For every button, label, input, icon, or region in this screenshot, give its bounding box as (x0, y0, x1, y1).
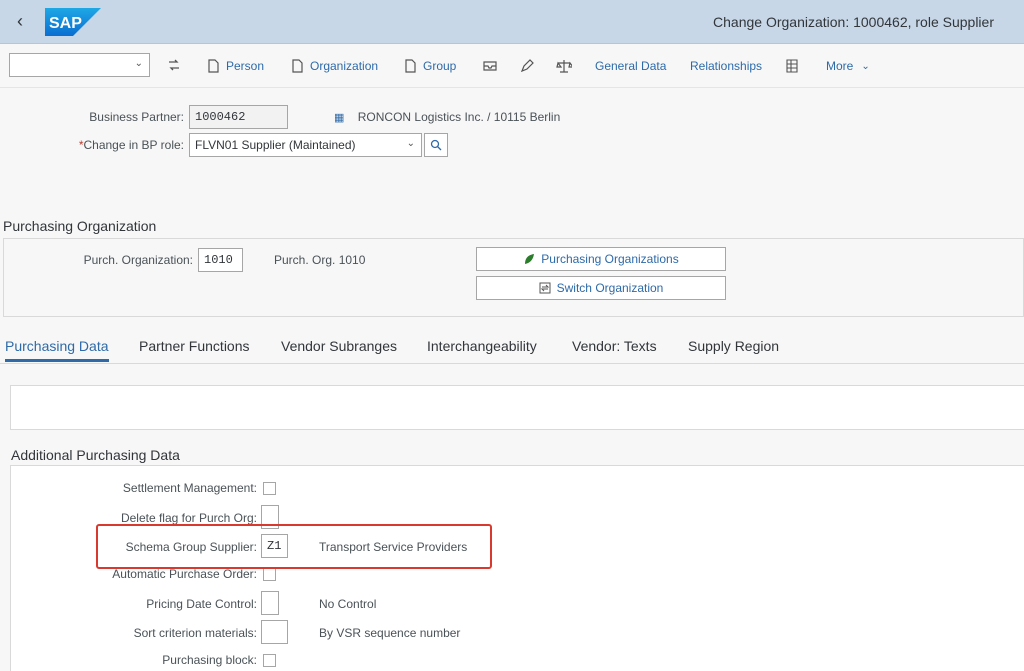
chevron-down-icon: ⌄ (861, 60, 870, 72)
auto-po-checkbox[interactable] (263, 568, 276, 581)
toolbar: ⌄ Person Organization Group General Data… (0, 44, 1024, 88)
person-label: Person (226, 59, 265, 73)
toolbar-select[interactable]: ⌄ (9, 53, 150, 77)
bp-description: RONCON Logistics Inc. / 10115 Berlin (357, 110, 561, 124)
bp-label: Business Partner: (89, 110, 184, 124)
switch-icon-button[interactable] (166, 56, 182, 76)
purch-org-desc: Purch. Org. 1010 (274, 253, 366, 267)
relationships-label: Relationships (690, 59, 763, 73)
role-value: FLVN01 Supplier (Maintained) (195, 138, 356, 152)
purchasing-organizations-label: Purchasing Organizations (541, 252, 679, 266)
additional-section-title: Additional Purchasing Data (11, 447, 180, 463)
chevron-down-icon: ⌄ (134, 58, 143, 69)
group-button[interactable]: Group (403, 56, 456, 76)
svg-text:SAP: SAP (49, 15, 82, 32)
leaf-icon (525, 254, 535, 264)
tab-vendor-texts[interactable]: Vendor: Texts (572, 338, 657, 354)
group-label: Group (423, 59, 457, 73)
edit-icon-button[interactable] (519, 56, 535, 76)
settlement-checkbox[interactable] (263, 482, 276, 495)
auto-po-label: Automatic Purchase Order: (112, 567, 257, 581)
page-title: Change Organization: 1000462, role Suppl… (713, 14, 994, 30)
settlement-label: Settlement Management: (122, 481, 257, 495)
general-data-button[interactable]: General Data (595, 56, 666, 76)
tab-purchasing-data[interactable]: Purchasing Data (5, 338, 109, 354)
sort-criterion-label: Sort criterion materials: (133, 626, 257, 640)
purchasing-data-panel (10, 385, 1024, 430)
bp-desc-row: ▦ RONCON Logistics Inc. / 10115 Berlin (334, 110, 560, 124)
pricing-date-field[interactable] (261, 591, 279, 615)
purchasing-block-checkbox[interactable] (263, 654, 276, 667)
purch-org-field[interactable]: 1010 (198, 248, 243, 272)
active-tab-indicator (5, 359, 109, 362)
chevron-down-icon: ⌄ (406, 138, 415, 149)
person-button[interactable]: Person (206, 56, 264, 76)
role-dropdown[interactable]: FLVN01 Supplier (Maintained) ⌄ (189, 133, 422, 157)
highlight-box (96, 524, 492, 569)
switch-icon (539, 282, 551, 294)
tray-icon-button[interactable] (482, 56, 498, 76)
tab-bar: Purchasing Data Partner Functions Vendor… (0, 330, 1024, 364)
pricing-date-desc: No Control (319, 597, 377, 611)
balance-icon-button[interactable] (556, 56, 572, 76)
switch-organization-button[interactable]: Switch Organization (476, 276, 726, 300)
tab-partner-functions[interactable]: Partner Functions (139, 338, 250, 354)
back-button[interactable]: ‹ (10, 10, 30, 32)
search-icon (430, 139, 442, 151)
tab-interchangeability[interactable]: Interchangeability (427, 338, 537, 354)
building-icon: ▦ (334, 112, 345, 124)
purch-org-section-title: Purchasing Organization (3, 218, 157, 234)
switch-icon (169, 59, 179, 71)
purchasing-block-label: Purchasing block: (162, 653, 257, 667)
document-icon (292, 59, 303, 73)
pencil-icon (520, 59, 534, 73)
more-button[interactable]: More ⌄ (826, 56, 870, 76)
switch-organization-label: Switch Organization (556, 281, 664, 295)
pricing-date-label: Pricing Date Control: (146, 597, 257, 611)
document-icon (208, 59, 219, 73)
bp-field[interactable]: 1000462 (189, 105, 288, 129)
tray-icon (483, 61, 497, 71)
role-label: Change in BP role: (83, 138, 184, 152)
general-data-label: General Data (595, 59, 667, 73)
document-icon (405, 59, 416, 73)
organization-button[interactable]: Organization (290, 56, 378, 76)
purchasing-organizations-button[interactable]: Purchasing Organizations (476, 247, 726, 271)
more-label: More (826, 59, 854, 73)
relationships-button[interactable]: Relationships (690, 56, 762, 76)
balance-icon (556, 60, 572, 73)
search-button[interactable] (424, 133, 448, 157)
table-icon-button[interactable] (784, 56, 800, 76)
purch-org-label: Purch. Organization: (83, 253, 193, 267)
organization-label: Organization (310, 59, 379, 73)
tab-vendor-subranges[interactable]: Vendor Subranges (281, 338, 397, 354)
sort-criterion-field[interactable] (261, 620, 288, 644)
sort-criterion-desc: By VSR sequence number (319, 626, 461, 640)
sap-logo: SAP (45, 8, 101, 36)
role-label-row: *Change in BP role: (40, 138, 184, 152)
tab-supply-region[interactable]: Supply Region (688, 338, 779, 354)
delete-flag-label: Delete flag for Purch Org: (120, 511, 257, 525)
shell-bar: ‹ SAP Change Organization: 1000462, role… (0, 0, 1024, 44)
table-icon (786, 59, 798, 73)
